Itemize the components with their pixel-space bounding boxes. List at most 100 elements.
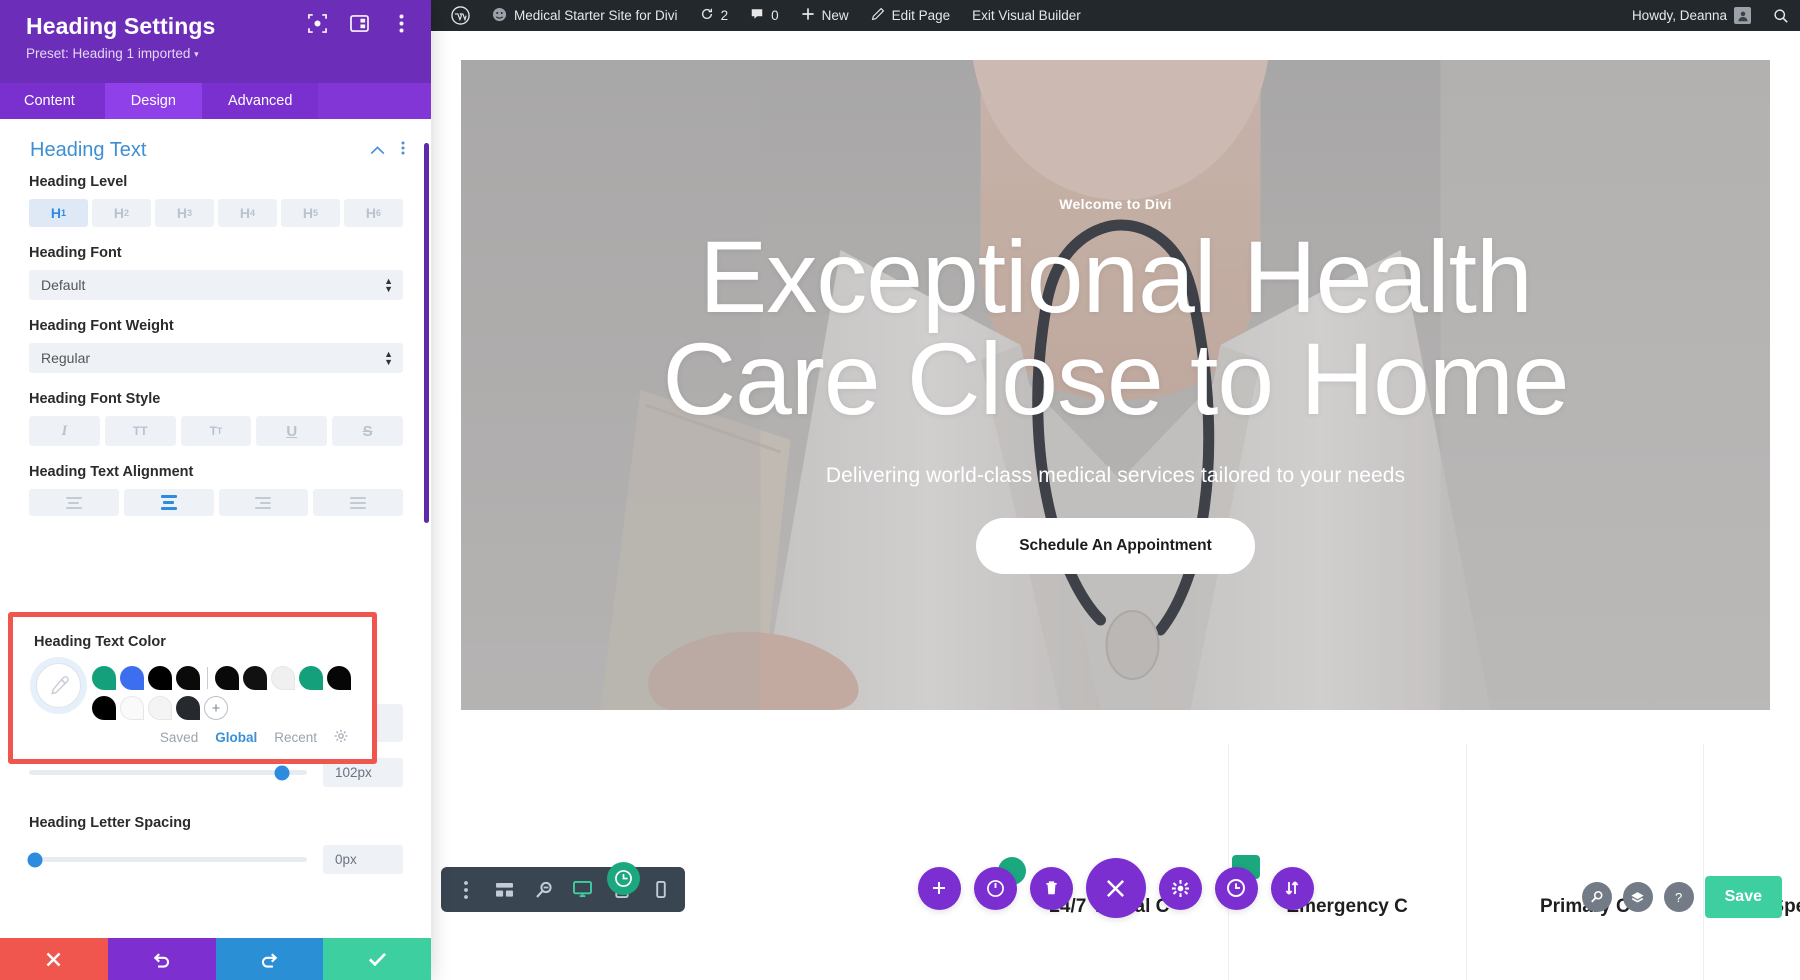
service-card[interactable]: Primary C [1465,744,1704,980]
save-button[interactable]: Save [1704,876,1782,918]
color-swatch[interactable] [327,666,351,690]
heading-level-h1[interactable]: H1 [29,199,88,227]
color-swatch[interactable] [148,666,172,690]
power-toggle-button[interactable] [973,856,1026,910]
color-swatch[interactable] [92,696,116,720]
font-style-smallcaps-button[interactable]: TT [180,416,252,446]
section-header-heading-text[interactable]: Heading Text [0,119,431,174]
color-swatch[interactable] [271,666,295,690]
align-justify-button[interactable] [313,489,403,516]
color-swatch[interactable] [176,666,200,690]
align-left-button[interactable] [29,489,119,516]
font-style-uppercase-button[interactable]: TT [104,416,176,446]
palette-tab-global[interactable]: Global [215,730,257,745]
focus-icon[interactable] [307,13,327,33]
schedule-appointment-button[interactable]: Schedule An Appointment [976,518,1255,574]
align-right-button[interactable] [218,489,309,516]
chevron-up-icon[interactable] [370,142,385,160]
zoom-icon[interactable] [1581,882,1612,912]
tab-design[interactable]: Design [104,83,202,119]
section-title: Heading Text [30,139,147,161]
tab-advanced[interactable]: Advanced [201,83,319,119]
color-swatch[interactable] [215,666,239,690]
discard-button[interactable] [0,938,108,980]
color-swatch[interactable] [299,666,323,690]
save-button[interactable] [323,938,431,980]
stepper-arrows-icon: ▲ ▼ [384,349,393,367]
redo-button[interactable] [215,938,324,980]
updates-item[interactable]: 2 [689,0,740,31]
add-color-button[interactable]: + [204,696,228,720]
heading-font-weight-select[interactable]: Regular ▲ ▼ [29,343,403,373]
panel-preset[interactable]: Preset: Heading 1 imported ▾ [26,46,411,61]
close-builder-button[interactable] [1085,858,1146,918]
more-options-icon[interactable] [391,13,411,33]
font-style-underline-button[interactable]: U [256,416,328,446]
color-swatch[interactable] [120,696,144,720]
site-name-label: Medical Starter Site for Divi [514,8,678,23]
heading-level-h4[interactable]: H4 [218,199,277,227]
heading-font-weight-label: Heading Font Weight [29,318,174,334]
gear-icon[interactable] [334,729,348,746]
panel-scrollbar[interactable] [424,143,429,523]
history-button[interactable] [1214,854,1260,910]
align-center-button[interactable] [123,489,214,516]
palette-tab-saved[interactable]: Saved [160,730,198,745]
desktop-view-icon[interactable] [564,867,601,912]
settings-button[interactable] [1158,866,1202,910]
new-item[interactable]: New [790,0,860,31]
slider-knob[interactable] [27,852,43,867]
color-swatch[interactable] [148,696,172,720]
comment-icon [750,7,764,24]
help-icon[interactable]: ? [1663,882,1694,912]
tab-content[interactable]: Content [0,83,105,119]
color-swatch[interactable] [92,666,116,690]
history-badge-icon[interactable] [607,862,640,895]
color-swatch[interactable] [176,696,200,720]
zoom-out-icon[interactable] [525,867,562,912]
color-swatch-row-1 [92,666,351,690]
heading-text-color-label: Heading Text Color [34,634,166,650]
heading-level-h5[interactable]: H5 [281,199,340,227]
heading-letter-spacing-slider[interactable] [27,852,307,867]
add-module-button[interactable] [917,866,961,910]
hero-section: Welcome to Divi Exceptional Health Care … [461,60,1770,710]
edit-page-item[interactable]: Edit Page [860,0,962,31]
site-name-item[interactable]: Medical Starter Site for Divi [481,0,689,31]
phone-view-icon[interactable] [642,867,679,912]
comments-count: 0 [771,8,779,23]
more-options-icon[interactable] [401,140,405,161]
search-icon[interactable] [1762,0,1800,31]
color-swatch-row-2: + [92,696,351,720]
align-center-icon [160,495,177,510]
heading-level-h6[interactable]: H6 [344,199,403,227]
color-swatch[interactable] [120,666,144,690]
heading-letter-spacing-value[interactable]: 0px [323,845,403,874]
delete-button[interactable] [1029,866,1073,910]
comments-item[interactable]: 0 [739,0,790,31]
heading-font-select[interactable]: Default ▲ ▼ [29,270,403,300]
wordpress-logo-icon[interactable] [440,0,481,31]
color-swatch[interactable] [243,666,267,690]
slider-knob[interactable] [274,765,290,780]
howdy-item[interactable]: Howdy, Deanna [1621,0,1762,31]
vertical-dots-icon[interactable] [447,867,484,912]
wireframe-icon[interactable] [486,867,523,912]
undo-button[interactable] [107,938,216,980]
layers-icon[interactable] [1622,882,1653,912]
plus-icon [801,7,815,24]
heading-text-alignment-label: Heading Text Alignment [29,464,194,480]
font-style-italic-button[interactable]: I [29,416,100,446]
palette-tab-recent[interactable]: Recent [274,730,317,745]
heading-font-style-options: I TT TT U S [29,416,403,446]
heading-text-size-slider[interactable] [29,765,307,780]
eyedropper-icon[interactable] [36,663,81,708]
heading-level-h3[interactable]: H3 [155,199,214,227]
heading-level-h2[interactable]: H2 [92,199,151,227]
reorder-button[interactable] [1270,866,1314,910]
layout-icon[interactable] [349,13,369,33]
exit-visual-builder-item[interactable]: Exit Visual Builder [961,0,1092,31]
font-style-strikethrough-button[interactable]: S [332,416,403,446]
heading-text-alignment-options [29,489,403,516]
service-card[interactable]: ♥ Specialty C [1703,744,1800,980]
